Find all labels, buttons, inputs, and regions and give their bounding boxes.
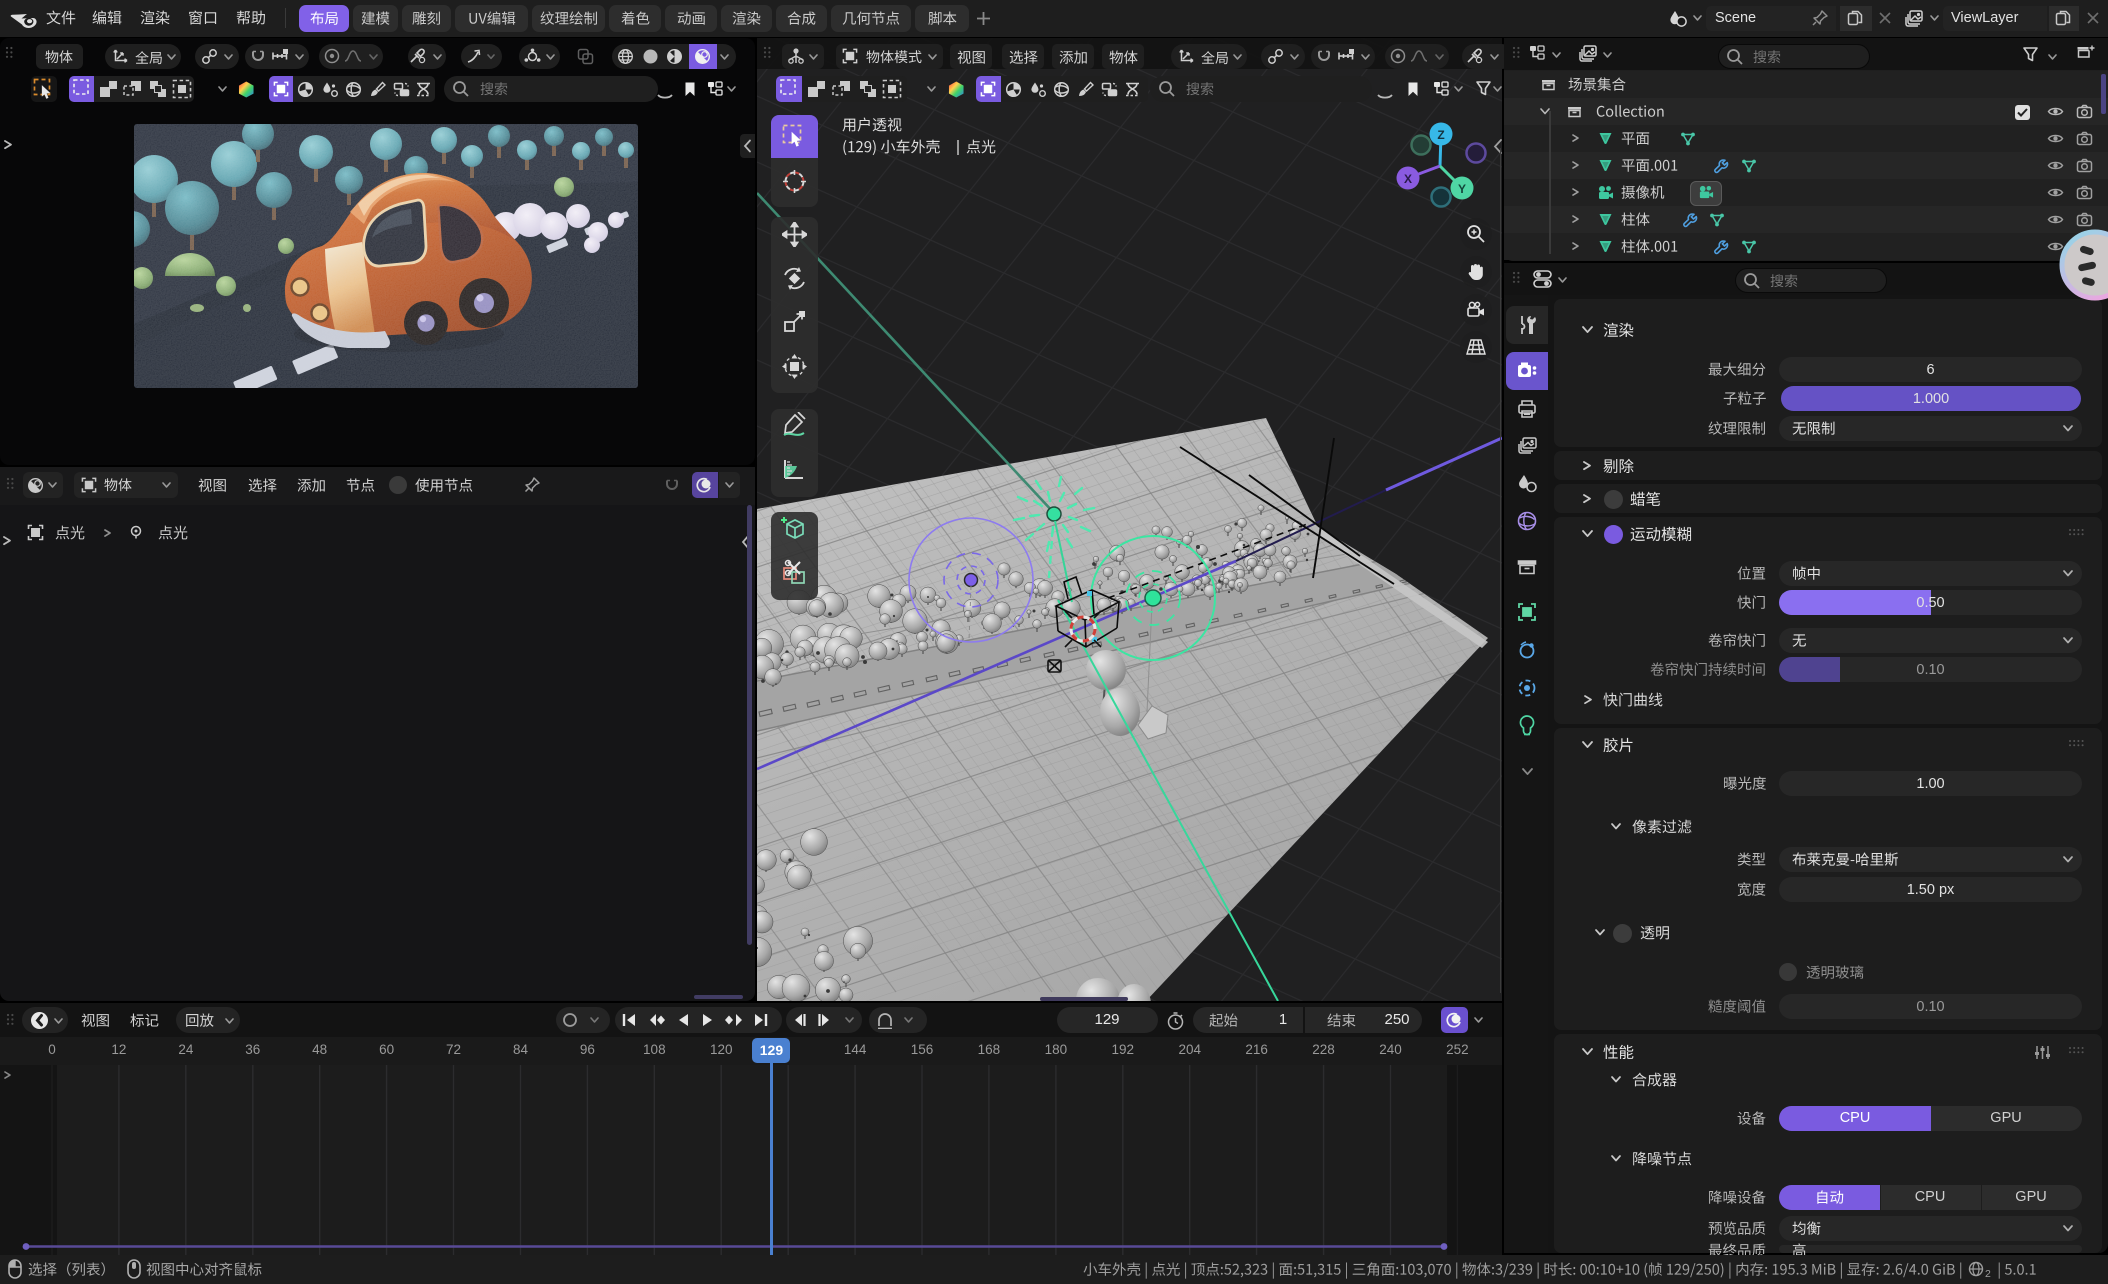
svg-text:X: X — [1404, 172, 1412, 186]
svg-text:Y: Y — [1458, 182, 1466, 196]
svg-text:Z: Z — [1437, 128, 1444, 142]
